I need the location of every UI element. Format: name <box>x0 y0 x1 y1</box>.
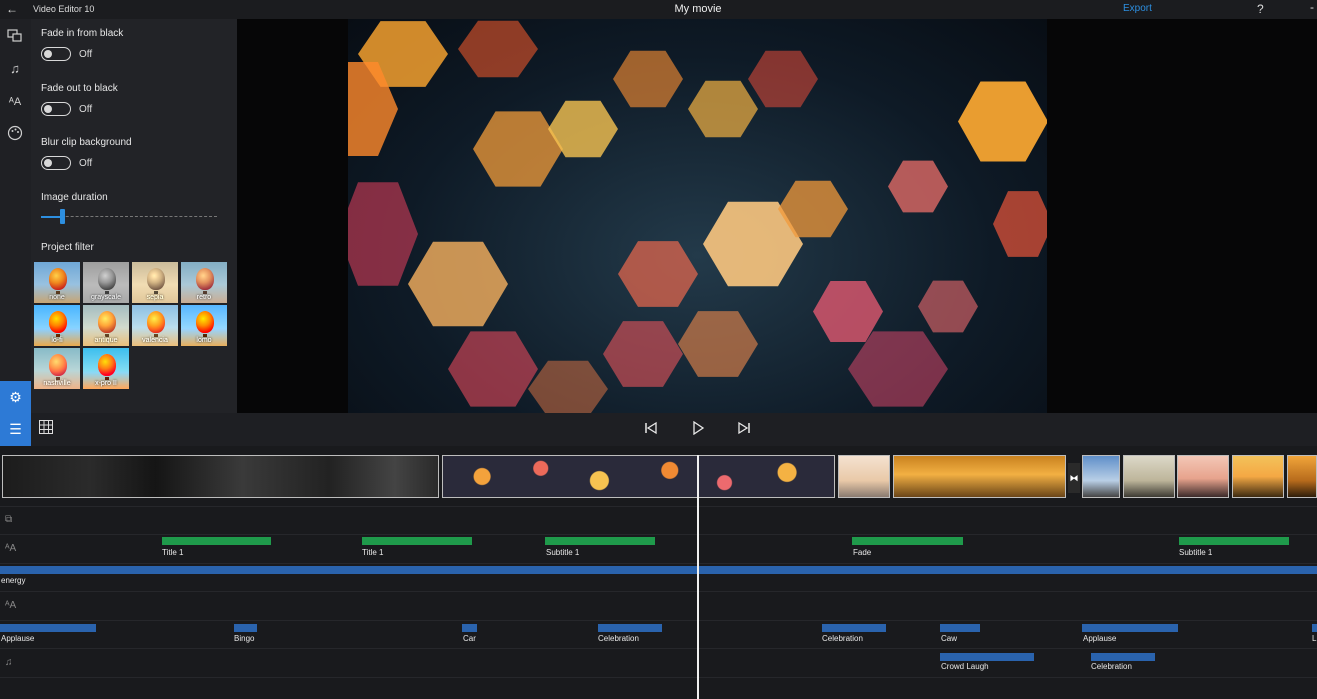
fade-out-label: Fade out to black <box>41 83 118 94</box>
sound-clip-label: Crowd Laugh <box>941 662 989 671</box>
fade-out-toggle[interactable] <box>41 102 71 116</box>
clip-thumbnail[interactable] <box>442 455 835 498</box>
title-clip-label: Subtitle 1 <box>546 548 580 557</box>
filter-grayscale[interactable]: grayscale <box>83 262 129 303</box>
clip-thumbnail[interactable] <box>2 455 439 498</box>
music-track-icon: ♫ <box>5 657 13 668</box>
sound-clip-label: Celebration <box>598 634 639 643</box>
filter-retro[interactable]: retro <box>181 262 227 303</box>
sound-clip[interactable] <box>1082 624 1178 632</box>
sound-clip-label: Applause <box>1083 634 1117 643</box>
filter-lo-fi[interactable]: lo-fi <box>34 305 80 346</box>
title-clip-label: Fade <box>853 548 872 557</box>
sound-clip-label: Bingo <box>234 634 255 643</box>
text-icon[interactable]: ᴬA <box>6 93 24 111</box>
text-track-icon: ᴬA <box>5 543 17 554</box>
left-rail: ♫ ᴬA <box>0 19 31 413</box>
sound-clip-label: Car <box>463 634 476 643</box>
sound-clip[interactable] <box>234 624 257 632</box>
sound-clip-label: Celebration <box>1091 662 1132 671</box>
title-clip[interactable] <box>1179 537 1289 545</box>
overlay-track-icon: ⧉ <box>5 514 13 525</box>
sound-clip[interactable] <box>940 624 980 632</box>
clip-thumbnail[interactable] <box>1287 455 1317 498</box>
play-icon[interactable] <box>688 420 708 438</box>
media-icon[interactable] <box>6 27 24 45</box>
title-clip-label: Title 1 <box>362 548 384 557</box>
minimize-icon[interactable]: - <box>1310 0 1314 14</box>
project-filter-label: Project filter <box>41 242 94 253</box>
title-clip[interactable] <box>162 537 271 545</box>
transition-icon[interactable]: ⧓ <box>1068 463 1080 493</box>
title-clip[interactable] <box>852 537 963 545</box>
filter-nashville[interactable]: nashville <box>34 348 80 389</box>
filter-antique[interactable]: antique <box>83 305 129 346</box>
sound-clip-label: Celebration <box>822 634 863 643</box>
filter-none[interactable]: none <box>34 262 80 303</box>
title-clip[interactable] <box>362 537 472 545</box>
sound-clip-label: Applause <box>1 634 35 643</box>
filter-x-pro[interactable]: x-pro II <box>83 348 129 389</box>
sound-clip-label: Caw <box>941 634 958 643</box>
title-clip-label: Subtitle 1 <box>1179 548 1213 557</box>
gear-icon[interactable]: ⚙ <box>0 381 31 413</box>
grid-icon[interactable] <box>37 420 55 438</box>
blur-toggle[interactable] <box>41 156 71 170</box>
help-icon[interactable]: ? <box>1257 2 1264 16</box>
skip-next-icon[interactable] <box>734 421 754 438</box>
text-track-icon: ᴬA <box>5 600 17 611</box>
palette-icon[interactable] <box>6 125 24 143</box>
settings-panel: Fade in from black Off Fade out to black… <box>31 19 237 413</box>
sound-clip[interactable] <box>0 624 96 632</box>
sound-clip[interactable] <box>462 624 477 632</box>
sound-clip[interactable] <box>1091 653 1155 661</box>
clip-thumbnail[interactable] <box>838 455 890 498</box>
project-title[interactable]: My movie <box>0 3 1317 15</box>
filter-lomo[interactable]: lomo <box>181 305 227 346</box>
music-clip[interactable] <box>0 566 1317 574</box>
blur-label: Blur clip background <box>41 137 132 148</box>
fade-in-label: Fade in from black <box>41 28 124 39</box>
sound-clip[interactable] <box>598 624 662 632</box>
sound-clip[interactable] <box>822 624 886 632</box>
clip-thumbnail[interactable] <box>1232 455 1284 498</box>
filter-valencia[interactable]: valencia <box>132 305 178 346</box>
fade-in-state: Off <box>79 49 93 60</box>
clip-thumbnail[interactable] <box>1123 455 1175 498</box>
filter-sepia[interactable]: sepia <box>132 262 178 303</box>
title-clip-label: Title 1 <box>162 548 184 557</box>
playhead[interactable] <box>697 455 699 699</box>
fade-in-toggle[interactable] <box>41 47 71 61</box>
sound-clip[interactable] <box>940 653 1034 661</box>
list-icon[interactable]: ☰ <box>0 413 31 446</box>
image-duration-track[interactable] <box>41 216 217 217</box>
video-preview[interactable] <box>348 19 1047 413</box>
clip-thumbnail[interactable] <box>893 455 1066 498</box>
music-clip-label: energy <box>1 576 26 585</box>
export-button[interactable]: Export <box>1123 3 1152 14</box>
image-duration-label: Image duration <box>41 192 108 203</box>
clip-thumbnail[interactable] <box>1082 455 1120 498</box>
music-icon[interactable]: ♫ <box>6 60 24 78</box>
clip-thumbnail[interactable] <box>1177 455 1229 498</box>
sound-clip[interactable] <box>1312 624 1317 632</box>
skip-previous-icon[interactable] <box>641 421 661 438</box>
title-clip[interactable] <box>545 537 655 545</box>
fade-out-state: Off <box>79 104 93 115</box>
blur-state: Off <box>79 158 93 169</box>
image-duration-thumb[interactable] <box>60 209 65 224</box>
sound-clip-label: L <box>1312 634 1317 643</box>
